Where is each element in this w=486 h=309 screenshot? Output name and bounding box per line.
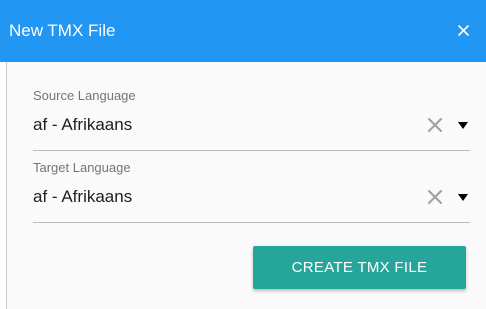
close-button[interactable]: [450, 16, 478, 44]
dialog-titlebar: New TMX File: [0, 0, 486, 62]
target-language-value: af - Afrikaans: [33, 187, 133, 206]
caret-down-icon: [458, 122, 468, 129]
target-clear-button[interactable]: [426, 188, 444, 206]
clear-icon: [428, 190, 442, 204]
clear-icon: [428, 118, 442, 132]
target-language-select[interactable]: Target Language af - Afrikaans: [33, 160, 470, 223]
dialog-body: Source Language af - Afrikaans Target La…: [6, 62, 486, 309]
source-language-label: Source Language: [33, 88, 136, 103]
source-language-select[interactable]: Source Language af - Afrikaans: [33, 88, 470, 151]
create-tmx-file-button[interactable]: CREATE TMX FILE: [253, 246, 466, 289]
target-dropdown-button[interactable]: [456, 190, 470, 204]
target-language-label: Target Language: [33, 160, 131, 175]
source-dropdown-button[interactable]: [456, 118, 470, 132]
dialog-title: New TMX File: [9, 21, 116, 40]
source-clear-button[interactable]: [426, 116, 444, 134]
close-icon: [458, 25, 469, 36]
new-tmx-file-dialog: New TMX File Source Language af - Afrika…: [0, 0, 486, 309]
source-language-value: af - Afrikaans: [33, 115, 133, 134]
caret-down-icon: [458, 194, 468, 201]
